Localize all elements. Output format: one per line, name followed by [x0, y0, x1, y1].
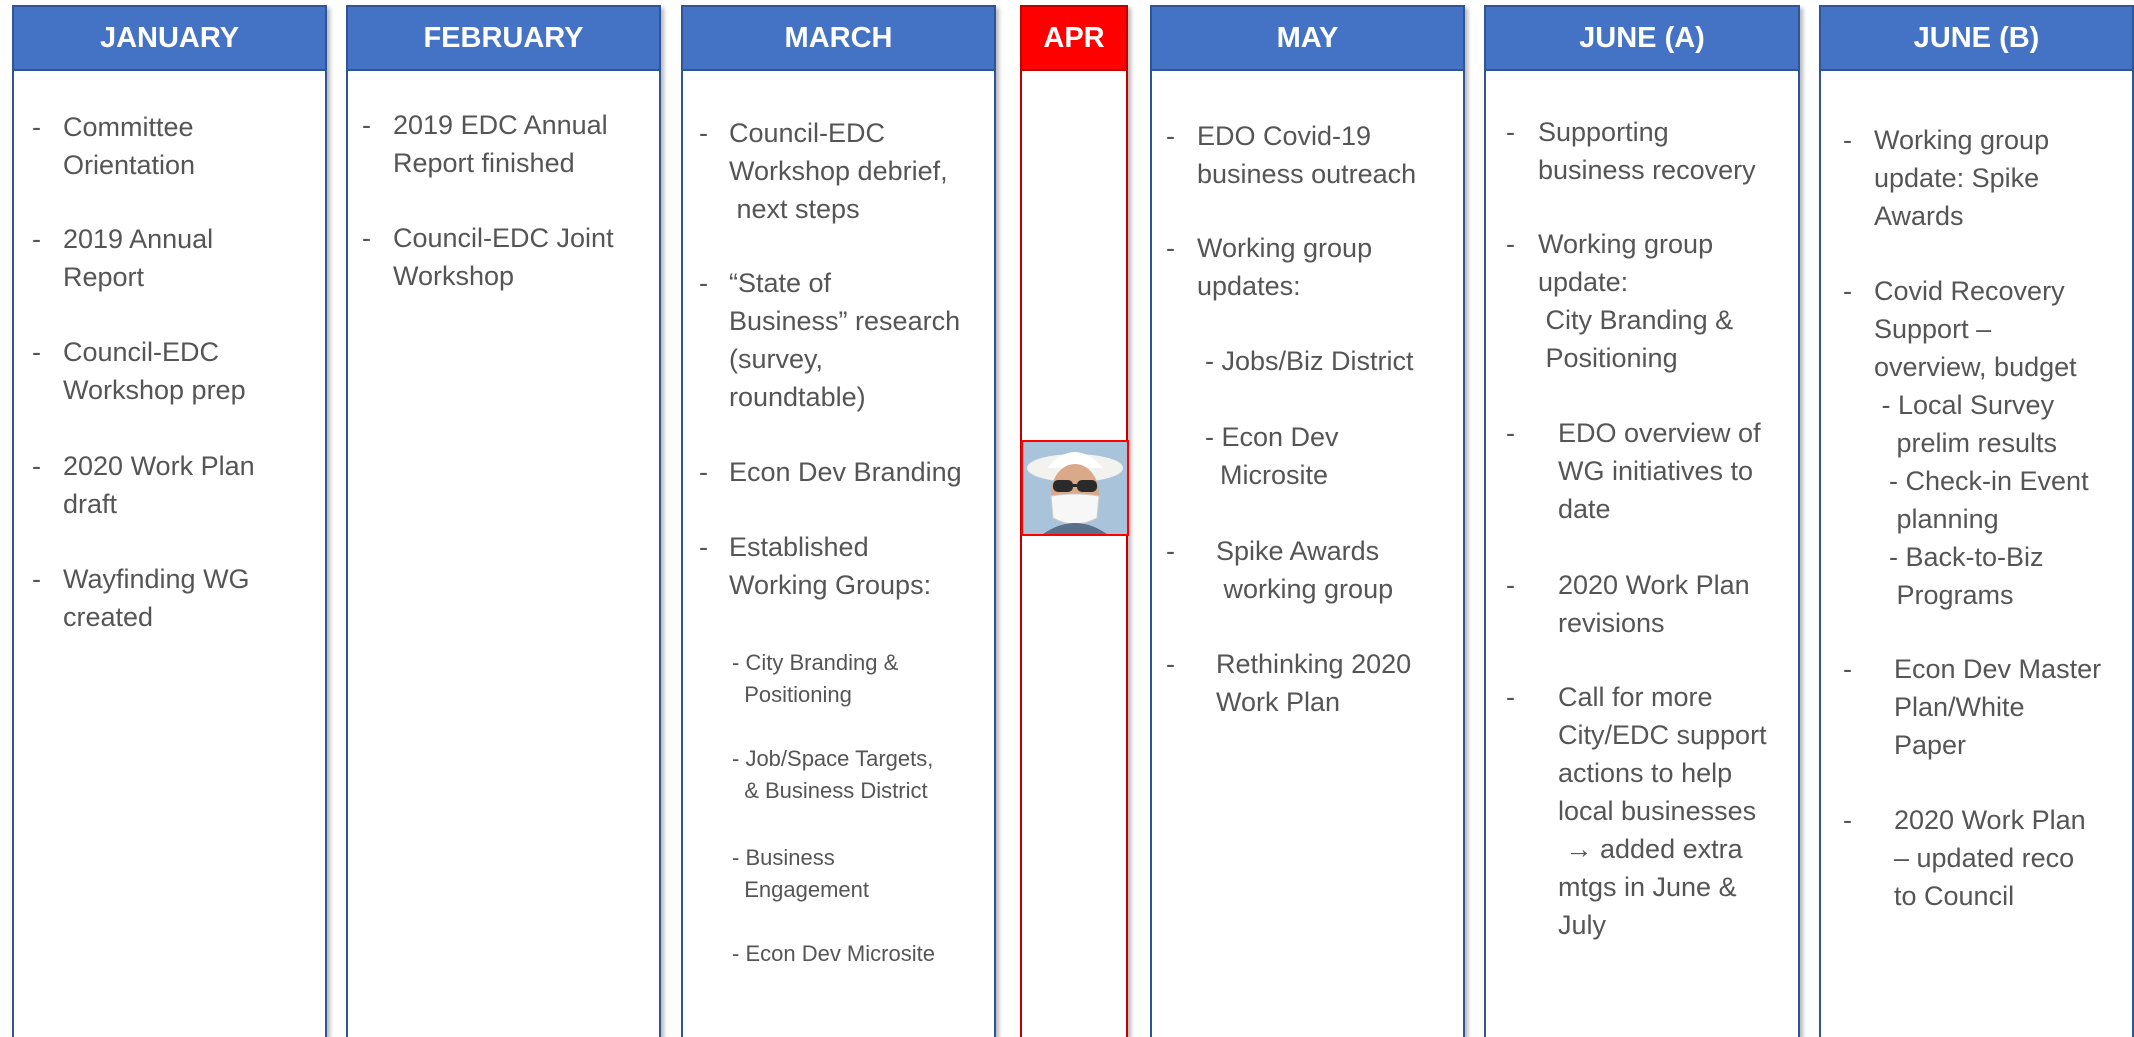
- column-header-june-b: JUNE (B): [1821, 7, 2132, 71]
- list-item: - Business Engagement: [732, 845, 869, 902]
- list-item: - Committee Orientation: [32, 112, 196, 180]
- column-header-june-a: JUNE (A): [1486, 7, 1798, 71]
- list-item: - Council-EDC Joint Workshop: [362, 223, 614, 291]
- list-item: - EDO overview of WG initiatives to date: [1506, 418, 1761, 524]
- list-item: - EDO Covid-19 business outreach: [1166, 121, 1417, 189]
- list-item: - Call for more City/EDC support actions …: [1506, 682, 1767, 940]
- list-item: -2019 EDC Annual Report finished: [362, 110, 608, 178]
- list-item: - Econ Dev Branding: [699, 457, 962, 487]
- list-item: - Established Working Groups:: [699, 532, 932, 600]
- list-item: - Econ Dev Master Plan/White Paper: [1843, 654, 2102, 760]
- masked-person-photo: [1021, 440, 1129, 536]
- list-item: - Econ Dev Microsite: [732, 941, 935, 966]
- list-item: - Jobs/Biz District: [1205, 346, 1414, 376]
- column-body-april: [1022, 73, 1126, 1037]
- list-item: - Wayfinding WG created: [32, 564, 250, 632]
- list-item: - Rethinking 2020 Work Plan: [1166, 649, 1412, 717]
- list-item: - Job/Space Targets, & Business District: [732, 746, 934, 803]
- column-header-march: MARCH: [683, 7, 994, 71]
- list-item: - Supporting business recovery: [1506, 117, 1756, 185]
- list-item: - Covid Recovery Support – overview, budg…: [1843, 276, 2089, 610]
- list-item: -2019 Annual Report: [32, 224, 214, 292]
- list-item: - Econ Dev Microsite: [1205, 422, 1339, 490]
- column-body-february: [348, 73, 659, 1037]
- list-item: -2020 Work Plan revisions: [1506, 570, 1750, 638]
- list-item: - “State of Business” research (survey, r…: [699, 268, 961, 412]
- column-header-february: FEBRUARY: [348, 7, 659, 71]
- column-header-april: APR: [1022, 7, 1126, 71]
- column-header-january: JANUARY: [14, 7, 325, 71]
- list-item: - Working group update: Spike Awards: [1843, 125, 2050, 231]
- list-item: - Council-EDC Workshop debrief, next step…: [699, 118, 948, 224]
- list-item: - Working group updates:: [1166, 233, 1373, 301]
- list-item: - City Branding & Positioning: [732, 650, 899, 707]
- list-item: -2020 Work Plan – updated reco to Counci…: [1843, 805, 2086, 911]
- list-item: -2020 Work Plan draft: [32, 451, 255, 519]
- column-header-may: MAY: [1152, 7, 1463, 71]
- column-body-january: [14, 73, 325, 1037]
- list-item: - Council-EDC Workshop prep: [32, 337, 246, 405]
- person-in-mask-icon: [1023, 442, 1127, 534]
- list-item: - Spike Awards working group: [1166, 536, 1394, 604]
- list-item: - Working group update: City Branding & P…: [1506, 229, 1734, 373]
